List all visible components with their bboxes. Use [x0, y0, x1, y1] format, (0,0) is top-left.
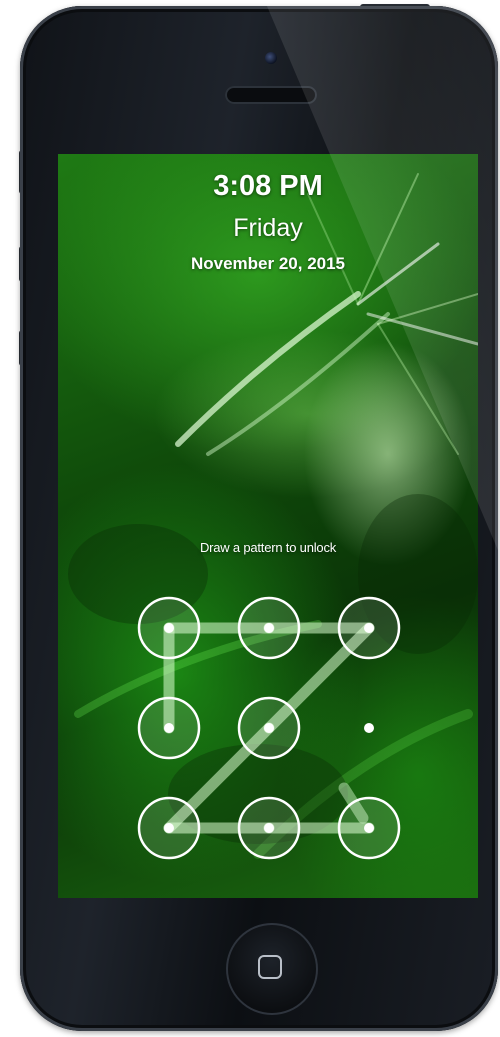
front-camera-icon: [265, 52, 277, 64]
pattern-node-7[interactable]: [137, 796, 201, 860]
earpiece-speaker: [225, 86, 317, 104]
pattern-node-4[interactable]: [137, 696, 201, 760]
pattern-node-2[interactable]: [237, 596, 301, 660]
pattern-node-8[interactable]: [237, 796, 301, 860]
pattern-node-6[interactable]: [364, 723, 374, 733]
pattern-node-9[interactable]: [337, 796, 401, 860]
home-button[interactable]: [226, 923, 318, 1015]
pattern-node-5[interactable]: [237, 696, 301, 760]
pattern-node-1[interactable]: [137, 596, 201, 660]
device-mockup: 3:08 PM Friday November 20, 2015 Draw a …: [0, 0, 500, 1037]
pattern-node-3[interactable]: [337, 596, 401, 660]
rounded-square-icon: [258, 955, 282, 979]
pattern-lock-grid[interactable]: [58, 154, 478, 898]
lock-screen[interactable]: 3:08 PM Friday November 20, 2015 Draw a …: [58, 154, 478, 898]
